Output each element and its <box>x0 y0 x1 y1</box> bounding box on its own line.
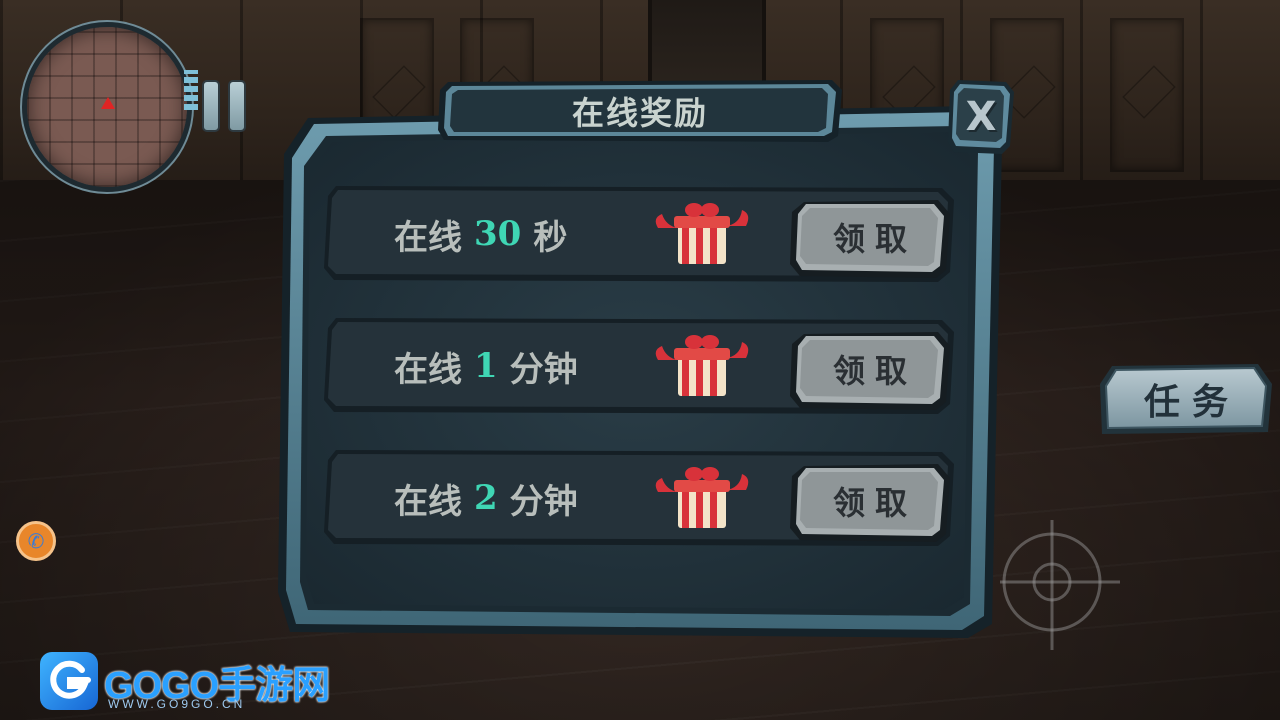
gift-box-icon <box>655 203 749 264</box>
reward-condition: 在线 1 分钟 <box>394 318 578 414</box>
task-button[interactable]: 任务 <box>1098 362 1274 436</box>
pause-icon <box>202 80 220 132</box>
claim-button[interactable]: 领取 <box>790 200 950 278</box>
watermark-logo: GOGO手游网 WWW.GO9GO.CN <box>40 652 330 716</box>
brand-logo-icon <box>40 652 98 710</box>
watermark-url: WWW.GO9GO.CN <box>108 697 246 711</box>
reward-row: 在线 30 秒 领取 <box>324 186 954 282</box>
claim-button[interactable]: 领取 <box>790 464 950 542</box>
reward-prefix: 在线 <box>394 349 462 390</box>
pause-icon <box>228 80 246 132</box>
gift-box-icon <box>655 335 749 396</box>
reward-unit: 分钟 <box>509 349 578 390</box>
player-marker-icon <box>101 97 115 109</box>
crosshair-icon <box>1000 520 1120 650</box>
close-button[interactable]: X <box>948 80 1014 154</box>
dialog-title-plate: 在线奖励 <box>438 80 842 142</box>
phone-button[interactable]: ✆ <box>16 521 56 561</box>
reward-prefix: 在线 <box>394 481 462 522</box>
pause-button[interactable] <box>200 80 250 132</box>
task-button-label: 任务 <box>1143 381 1240 423</box>
reward-unit: 分钟 <box>509 481 578 522</box>
crosshair-button[interactable] <box>1000 520 1120 650</box>
reward-row: 在线 2 分钟 领取 <box>324 450 954 546</box>
reward-prefix: 在线 <box>394 217 462 258</box>
gift-box-icon <box>655 467 749 528</box>
game-screen: ✆ 任务 GOGO手游网 WWW.GO9GO.CN 在线奖励 X 在线 30 秒… <box>0 0 1280 720</box>
close-icon: X <box>965 94 997 140</box>
phone-icon: ✆ <box>27 529 45 553</box>
reward-condition: 在线 2 分钟 <box>394 450 578 546</box>
reward-row: 在线 1 分钟 领取 <box>324 318 954 414</box>
reward-unit: 秒 <box>533 217 568 258</box>
minimap-toggle-icon[interactable] <box>184 70 198 110</box>
background-door <box>648 0 766 90</box>
minimap[interactable] <box>22 22 192 192</box>
reward-amount: 1 <box>474 346 498 386</box>
online-reward-dialog: 在线奖励 X 在线 30 秒 领取 在线 1 分钟 领取 在线 2 分钟 领取 <box>278 80 1014 638</box>
claim-button-label: 领取 <box>832 220 917 258</box>
claim-button[interactable]: 领取 <box>790 332 950 410</box>
claim-button-label: 领取 <box>832 352 917 390</box>
reward-amount: 30 <box>474 214 522 254</box>
wall-panel <box>1110 18 1184 172</box>
reward-condition: 在线 30 秒 <box>394 186 567 282</box>
reward-amount: 2 <box>474 478 498 518</box>
claim-button-label: 领取 <box>832 484 917 522</box>
dialog-title: 在线奖励 <box>571 94 708 132</box>
